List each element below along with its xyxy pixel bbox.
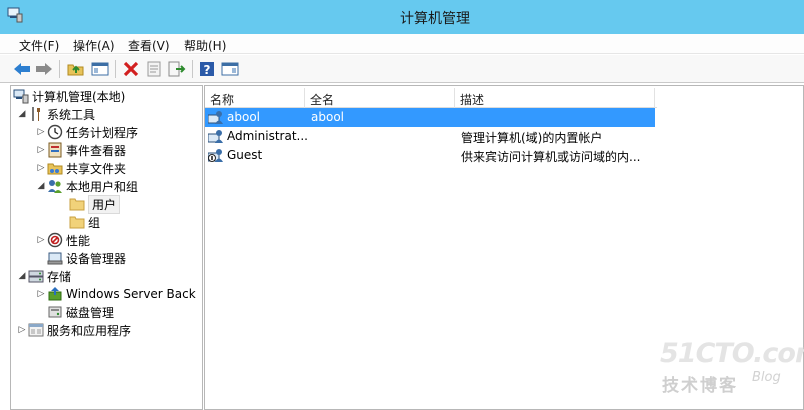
performance-icon [47, 232, 63, 248]
folder-icon [69, 196, 85, 212]
local-users-groups-icon [47, 178, 63, 194]
storage-icon [28, 268, 44, 284]
tree-item-event-viewer[interactable]: ▷ 事件查看器 [35, 141, 126, 159]
toolbar-separator [192, 60, 193, 78]
expand-arrow-icon[interactable]: ▷ [16, 325, 28, 335]
computer-management-icon [13, 88, 29, 104]
help-icon[interactable]: ? [196, 58, 218, 80]
menu-help[interactable]: 帮助(H) [184, 37, 226, 54]
task-scheduler-icon [47, 124, 63, 140]
windows-server-backup-icon [47, 286, 63, 302]
show-hide-action-pane-icon[interactable] [219, 58, 241, 80]
tree-item-performance[interactable]: ▷ 性能 [35, 231, 90, 249]
tree-item-task-scheduler[interactable]: ▷ 任务计划程序 [35, 123, 138, 141]
cell-description: 供来宾访问计算机或访问域的内... [461, 150, 641, 164]
expand-arrow-icon[interactable]: ▷ [35, 289, 47, 299]
toolbar-separator [59, 60, 60, 78]
menu-file[interactable]: 文件(F) [19, 37, 59, 54]
tree-item-local-users-groups[interactable]: ◢ 本地用户和组 [35, 177, 138, 195]
column-header-fullname[interactable]: 全名 [305, 88, 455, 108]
watermark-tagline: 技术博客 [662, 376, 738, 396]
expand-arrow-icon[interactable]: ▷ [35, 127, 47, 137]
toolbar-separator [115, 60, 116, 78]
properties-icon[interactable] [143, 58, 165, 80]
list-row-abool[interactable]: abool abool [205, 108, 655, 127]
menu-action[interactable]: 操作(A) [73, 37, 115, 54]
column-header-name[interactable]: 名称 [205, 88, 305, 108]
svg-text:?: ? [204, 63, 211, 77]
folder-icon [69, 214, 85, 230]
tree-item-shared-folders[interactable]: ▷ 共享文件夹 [35, 159, 126, 177]
menu-view[interactable]: 查看(V) [128, 37, 170, 54]
tree-item-windows-server-backup[interactable]: ▷ Windows Server Back [35, 285, 196, 303]
tree-item-users[interactable]: 用户 [69, 194, 121, 214]
window-title: 计算机管理 [400, 11, 470, 27]
tree-item-disk-management[interactable]: 磁盘管理 [47, 303, 114, 321]
menu-bar: 文件(F) 操作(A) 查看(V) 帮助(H) [0, 34, 804, 54]
cell-name: Administrat... [227, 129, 307, 143]
watermark-site: 51CTO.com [660, 338, 804, 369]
list-header: 名称 全名 描述 [205, 88, 657, 108]
tree-item-services-applications[interactable]: ▷ 服务和应用程序 [16, 321, 131, 339]
column-header-description[interactable]: 描述 [455, 88, 655, 108]
tree-item-system-tools[interactable]: ◢ 系统工具 [16, 105, 95, 123]
list-row-guest[interactable]: Guest 供来宾访问计算机或访问域的内... [205, 146, 655, 165]
cell-fullname: abool [311, 110, 344, 124]
expand-arrow-icon[interactable]: ▷ [35, 163, 47, 173]
system-tools-icon [28, 106, 44, 122]
collapse-arrow-icon[interactable]: ◢ [16, 271, 28, 281]
collapse-arrow-icon[interactable]: ◢ [35, 181, 47, 191]
title-bar: 计算机管理 [0, 0, 804, 34]
up-folder-icon[interactable] [65, 58, 87, 80]
tree-item-groups[interactable]: 组 [69, 213, 100, 231]
tree-item-computer-management[interactable]: 计算机管理(本地) [13, 87, 125, 105]
watermark-blog: Blog [752, 370, 781, 385]
user-icon [208, 130, 223, 143]
show-hide-tree-icon[interactable] [89, 58, 111, 80]
user-icon [208, 111, 223, 124]
back-arrow-icon[interactable] [11, 58, 33, 80]
toolbar: ? [0, 55, 804, 83]
expand-arrow-icon[interactable]: ▷ [35, 145, 47, 155]
cell-name: abool [227, 110, 260, 124]
cell-name: Guest [227, 148, 263, 162]
device-manager-icon [47, 250, 63, 266]
delete-icon[interactable] [120, 58, 142, 80]
collapse-arrow-icon[interactable]: ◢ [16, 109, 28, 119]
disabled-user-icon [208, 149, 223, 162]
navigation-tree: 计算机管理(本地) ◢ 系统工具 ▷ 任务计划程序 ▷ 事件查看器 ▷ 共享文件… [10, 85, 203, 410]
shared-folders-icon [47, 160, 63, 176]
tree-item-storage[interactable]: ◢ 存储 [16, 267, 71, 285]
cell-description: 管理计算机(域)的内置帐户 [461, 131, 603, 145]
expand-arrow-icon[interactable]: ▷ [35, 235, 47, 245]
disk-management-icon [47, 304, 63, 320]
list-row-administrator[interactable]: Administrat... 管理计算机(域)的内置帐户 [205, 127, 655, 146]
tree-item-device-manager[interactable]: 设备管理器 [47, 249, 126, 267]
site-watermark: 51CTO.com 技术博客 Blog [660, 338, 804, 398]
export-list-icon[interactable] [166, 58, 188, 80]
services-applications-icon [28, 322, 44, 338]
event-viewer-icon [47, 142, 63, 158]
forward-arrow-icon[interactable] [33, 58, 55, 80]
